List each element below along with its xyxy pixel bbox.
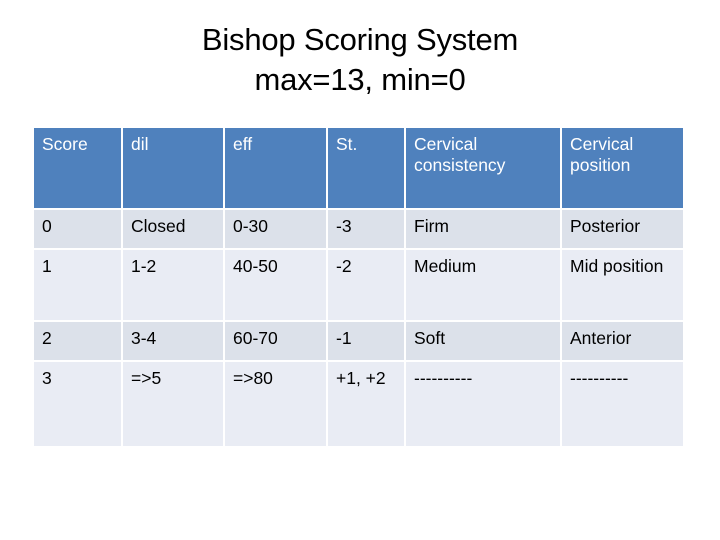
cell-eff: 60-70 [224,321,328,362]
column-header-station: St. [327,128,406,210]
cell-dil: 3-4 [122,321,225,362]
cell-consistency: Soft [405,321,562,362]
cell-consistency: Medium [405,249,562,322]
cell-score: 3 [34,361,123,448]
cell-position: Posterior [561,209,683,250]
cell-station: -3 [327,209,406,250]
table-header-row: Score dil eff St. Cervical consistency C… [34,128,683,210]
table-row: 0 Closed 0-30 -3 Firm Posterior [34,209,683,250]
table-row: 2 3-4 60-70 -1 Soft Anterior [34,321,683,362]
cell-consistency: ---------- [405,361,562,448]
column-header-score: Score [34,128,123,210]
cell-station: -2 [327,249,406,322]
page-title-line-2: max=13, min=0 [254,62,466,98]
column-header-dil: dil [122,128,225,210]
table-row: 1 1-2 40-50 -2 Medium Mid position [34,249,683,322]
cell-eff: 40-50 [224,249,328,322]
cell-position: Mid position [561,249,683,322]
cell-position: ---------- [561,361,683,448]
cell-station: +1, +2 [327,361,406,448]
cell-eff: =>80 [224,361,328,448]
cell-dil: =>5 [122,361,225,448]
page-title-line-1: Bishop Scoring System [201,22,519,57]
cell-score: 2 [34,321,123,362]
cell-eff: 0-30 [224,209,328,250]
column-header-eff: eff [224,128,328,210]
cell-station: -1 [327,321,406,362]
cell-dil: Closed [122,209,225,250]
column-header-position: Cervical position [561,128,683,210]
cell-score: 1 [34,249,123,322]
cell-score: 0 [34,209,123,250]
table-row: 3 =>5 =>80 +1, +2 ---------- ---------- [34,361,683,448]
column-header-consistency: Cervical consistency [405,128,562,210]
cell-dil: 1-2 [122,249,225,322]
table-header: Score dil eff St. Cervical consistency C… [34,128,683,210]
table-body: 0 Closed 0-30 -3 Firm Posterior 1 1-2 40… [34,209,683,448]
cell-consistency: Firm [405,209,562,250]
bishop-scoring-table: Score dil eff St. Cervical consistency C… [34,128,683,448]
page-title: Bishop Scoring System max=13, min=0 [0,20,720,101]
cell-position: Anterior [561,321,683,362]
